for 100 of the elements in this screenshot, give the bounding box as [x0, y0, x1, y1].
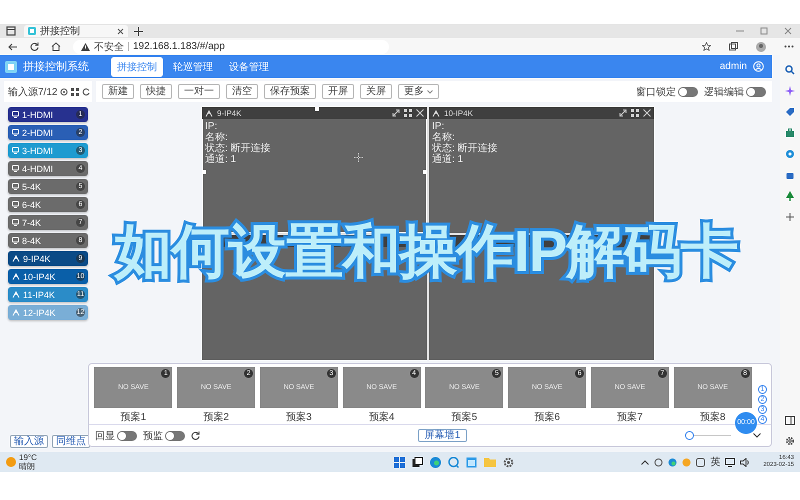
speaker-icon[interactable]	[740, 458, 750, 466]
refresh-icon[interactable]	[191, 431, 200, 440]
grid-icon[interactable]	[404, 109, 412, 117]
browser-icon[interactable]	[430, 456, 442, 468]
fullscreen-icon[interactable]	[392, 109, 400, 117]
move-icon[interactable]	[354, 153, 363, 162]
window-info-text: IP:	[205, 121, 218, 132]
monitor-icon	[12, 183, 19, 190]
temperature: 19°C	[19, 453, 37, 462]
source-count: 输入源7/12	[8, 86, 58, 98]
app-title: 拼接控制系统	[23, 60, 89, 74]
gear-icon[interactable]	[503, 456, 514, 468]
preset-name: 预案2	[203, 410, 229, 424]
window-info-text: 通道: 1	[205, 154, 236, 165]
toolbar-button[interactable]: 快捷	[140, 84, 172, 99]
circle-icon[interactable]	[785, 149, 795, 159]
monitor-icon	[12, 165, 19, 172]
preset-name: 预案3	[286, 410, 312, 424]
star-icon[interactable]	[702, 42, 711, 51]
nav-tab[interactable]: 拼接控制	[111, 56, 163, 76]
toggle-label: 窗口锁定	[636, 86, 676, 98]
nav-tab[interactable]: 轮巡管理	[167, 56, 219, 76]
logo-icon	[5, 60, 17, 72]
settings-icon[interactable]	[785, 436, 795, 446]
toggle-label: 逻辑编辑	[704, 86, 744, 98]
wall-button[interactable]: 屏幕墙1	[418, 429, 468, 442]
preset-name: 预案7	[617, 410, 643, 424]
user-icon[interactable]	[753, 61, 764, 72]
window-info-text: IP:	[432, 121, 444, 132]
close-icon[interactable]	[117, 28, 124, 34]
monitor-icon	[12, 147, 19, 154]
home-icon[interactable]	[51, 42, 61, 51]
plus-icon[interactable]	[785, 212, 795, 222]
sparkle-icon[interactable]	[785, 86, 795, 96]
preset-name: 预案8	[700, 410, 726, 424]
tab-actions-icon[interactable]	[6, 26, 16, 36]
url-text: 192.168.1.183/#/app	[133, 41, 225, 52]
search-icon[interactable]	[785, 65, 795, 75]
input-method[interactable]: 英	[710, 455, 720, 469]
display-icon[interactable]	[725, 458, 736, 466]
weather-text: 晴朗	[19, 462, 36, 471]
side-button[interactable]: 同维点	[52, 435, 90, 448]
user-name: admin	[720, 61, 747, 72]
toggle-label: 预监	[143, 430, 163, 442]
toolbar-button[interactable]: 更多	[398, 84, 439, 99]
profile-icon[interactable]	[756, 42, 766, 52]
briefcase-icon[interactable]	[785, 128, 795, 138]
toolbar-button[interactable]: 关屏	[360, 84, 392, 99]
chevron-down-icon[interactable]	[753, 433, 761, 438]
bag-icon[interactable]	[785, 170, 795, 180]
preset-name: 预案5	[452, 410, 478, 424]
panel-icon[interactable]	[785, 416, 795, 425]
grid-icon[interactable]	[631, 109, 639, 117]
toggle-switch[interactable]	[678, 86, 698, 96]
toolbar-button[interactable]: 保存预案	[264, 84, 316, 99]
monitor-icon	[12, 219, 19, 226]
task-view-icon[interactable]	[412, 456, 424, 468]
collections-icon[interactable]	[729, 42, 738, 51]
window-info-text: 通道: 1	[432, 154, 464, 165]
window-info-text: 状态: 断开连接	[432, 143, 498, 154]
app-icon	[28, 27, 36, 35]
fullscreen-icon[interactable]	[619, 109, 627, 117]
window-info-text: 名称:	[205, 132, 228, 143]
toolbar-button[interactable]: 新建	[102, 84, 134, 99]
monitor-icon	[12, 237, 19, 244]
side-button[interactable]: 输入源	[10, 435, 48, 448]
windows-icon[interactable]	[394, 456, 406, 468]
preset-name: 预案4	[368, 410, 394, 424]
chevron-up-icon[interactable]	[641, 460, 650, 464]
browser-tab[interactable]: 拼接控制	[24, 25, 128, 37]
toolbar-button[interactable]: 开屏	[322, 84, 354, 99]
toggle-switch[interactable]	[165, 430, 185, 440]
new-tab-icon[interactable]	[134, 26, 143, 36]
preset-name: 预案1	[120, 410, 146, 424]
grid-icon[interactable]	[71, 88, 80, 96]
settings-icon[interactable]	[60, 88, 68, 96]
warning-icon	[81, 42, 90, 50]
security-label: 不安全	[94, 40, 124, 54]
window-info-text: 名称:	[432, 132, 455, 143]
preset-name: 预案6	[534, 410, 560, 424]
more-icon[interactable]	[784, 45, 794, 48]
toggle-switch[interactable]	[746, 86, 766, 96]
address-field[interactable]: 不安全 192.168.1.183/#/app	[73, 40, 389, 54]
toolbar-button[interactable]: 清空	[226, 84, 258, 99]
window-title: 10-IP4K	[444, 108, 473, 118]
monitor-icon	[12, 201, 19, 208]
refresh-icon[interactable]	[82, 88, 90, 96]
toolbar-button[interactable]: 一对一	[178, 84, 220, 99]
refresh-icon[interactable]	[30, 42, 39, 51]
toggle-switch[interactable]	[117, 430, 137, 440]
window-info-text: 状态: 断开连接	[205, 143, 271, 154]
tab-title: 拼接控制	[40, 24, 80, 38]
tree-icon[interactable]	[785, 191, 795, 201]
back-icon[interactable]	[8, 42, 18, 50]
monitor-icon	[12, 129, 19, 136]
nav-tab[interactable]: 设备管理	[223, 56, 275, 76]
tag-icon[interactable]	[785, 107, 795, 117]
caret-icon	[427, 90, 433, 94]
maximize-icon[interactable]	[760, 27, 768, 35]
toggle-label: 回显	[95, 430, 115, 442]
